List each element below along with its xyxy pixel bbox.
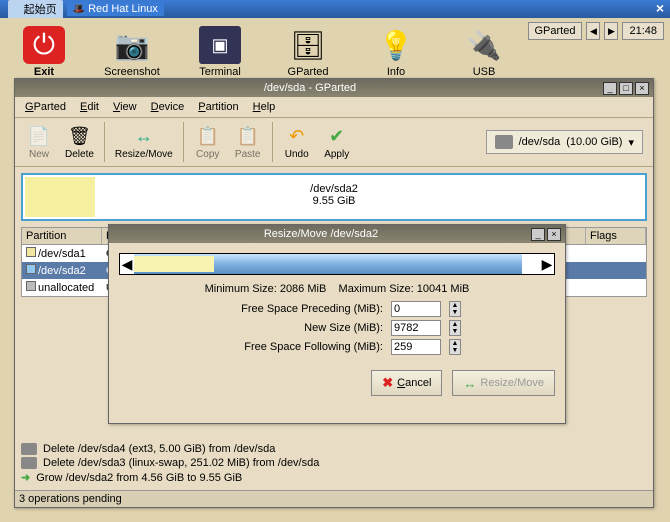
terminal-icon: ▣ <box>199 26 241 64</box>
dialog-titlebar[interactable]: Resize/Move /dev/sda2 _ × <box>109 225 565 243</box>
panel-clock: GParted ◀ ▶ 21:48 <box>528 22 665 40</box>
home-icon: ⌂ <box>14 3 21 15</box>
maximize-icon[interactable]: □ <box>619 82 633 95</box>
tb-new[interactable]: 📄New <box>19 122 59 162</box>
minimize-icon[interactable]: _ <box>603 82 617 95</box>
taskbar-left-icon[interactable]: ◀ <box>586 22 600 40</box>
window-title: /dev/sda - GParted <box>19 82 601 94</box>
preceding-label: Free Space Preceding (MiB): <box>213 303 383 315</box>
power-icon: ⏻ <box>23 26 65 64</box>
list-item[interactable]: Delete /dev/sda4 (ext3, 5.00 GiB) from /… <box>21 442 647 456</box>
close-icon[interactable]: × <box>635 82 649 95</box>
tb-undo[interactable]: ↶Undo <box>277 122 317 162</box>
menu-device[interactable]: Device <box>145 99 191 115</box>
menu-gparted[interactable]: GParted <box>19 99 72 115</box>
launcher-gparted[interactable]: 🗄GParted <box>278 26 338 78</box>
grow-icon: ➜ <box>21 471 30 484</box>
following-input[interactable] <box>391 339 441 355</box>
cancel-icon: ✖ <box>382 375 393 391</box>
launcher-screenshot[interactable]: 📷Screenshot <box>102 26 162 78</box>
camera-icon: 📷 <box>111 26 153 64</box>
launcher-info[interactable]: 💡Info <box>366 26 426 78</box>
newsize-label: New Size (MiB): <box>213 322 383 334</box>
slider-left-icon[interactable]: ◀ <box>120 256 134 273</box>
menu-partition[interactable]: Partition <box>192 99 244 115</box>
resize-dialog: Resize/Move /dev/sda2 _ × ◀ ▶ Minimum Si… <box>108 224 566 424</box>
tb-paste[interactable]: 📋Paste <box>228 122 268 162</box>
clock: 21:48 <box>622 22 664 40</box>
newsize-input[interactable] <box>391 320 441 336</box>
tab-start[interactable]: ⌂起始页 <box>8 0 63 18</box>
tab-redhat[interactable]: 🎩Red Hat Linux <box>67 2 164 16</box>
launcher-exit[interactable]: ⏻Exit <box>14 26 74 78</box>
paste-icon: 📋 <box>234 124 262 148</box>
dialog-title: Resize/Move /dev/sda2 <box>113 228 529 240</box>
gparted-titlebar[interactable]: /dev/sda - GParted _ □ × <box>15 79 653 97</box>
pending-ops: Delete /dev/sda4 (ext3, 5.00 GiB) from /… <box>21 442 647 485</box>
list-item[interactable]: ➜Grow /dev/sda2 from 4.56 GiB to 9.55 Gi… <box>21 470 647 485</box>
tb-delete[interactable]: 🗑Delete <box>59 122 100 162</box>
partition-visual[interactable]: /dev/sda29.55 GiB <box>21 173 647 221</box>
spinner[interactable]: ▲▼ <box>449 301 461 317</box>
spinner[interactable]: ▲▼ <box>449 339 461 355</box>
vm-topbar: ⌂起始页 🎩Red Hat Linux × <box>0 0 670 18</box>
close-icon[interactable]: × <box>547 228 561 241</box>
resize-slider[interactable]: ◀ ▶ <box>119 253 555 275</box>
taskbar-app[interactable]: GParted <box>528 22 583 40</box>
redhat-icon: 🎩 <box>73 4 85 15</box>
preceding-input[interactable] <box>391 301 441 317</box>
gparted-icon: 🗄 <box>287 26 329 64</box>
following-label: Free Space Following (MiB): <box>213 341 383 353</box>
spinner[interactable]: ▲▼ <box>449 320 461 336</box>
bulb-icon: 💡 <box>375 26 417 64</box>
taskbar-right-icon[interactable]: ▶ <box>604 22 618 40</box>
tb-apply[interactable]: ✔Apply <box>317 122 357 162</box>
trash-icon: 🗑 <box>65 124 93 148</box>
new-icon: 📄 <box>25 124 53 148</box>
device-selector[interactable]: /dev/sda (10.00 GiB) ▾ <box>486 130 643 154</box>
cancel-button[interactable]: ✖Cancel <box>371 370 442 396</box>
menu-help[interactable]: Help <box>247 99 282 115</box>
menubar: GParted Edit View Device Partition Help <box>15 97 653 118</box>
toolbar: 📄New 🗑Delete ↔Resize/Move 📋Copy 📋Paste ↶… <box>15 118 653 167</box>
usb-icon: 🔌 <box>463 26 505 64</box>
slider-right-icon[interactable]: ▶ <box>540 256 554 273</box>
resize-icon: ↔ <box>130 124 158 148</box>
resize-icon: ↔ <box>463 376 476 391</box>
hdd-icon <box>495 135 513 149</box>
minimize-icon[interactable]: _ <box>531 228 545 241</box>
tb-resize[interactable]: ↔Resize/Move <box>109 122 179 162</box>
hdd-icon <box>21 443 37 455</box>
close-icon[interactable]: × <box>656 0 664 16</box>
chevron-down-icon: ▾ <box>628 136 634 149</box>
list-item[interactable]: Delete /dev/sda3 (linux-swap, 251.02 MiB… <box>21 456 647 470</box>
menu-edit[interactable]: Edit <box>74 99 105 115</box>
tb-copy[interactable]: 📋Copy <box>188 122 228 162</box>
undo-icon: ↶ <box>283 124 311 148</box>
apply-icon: ✔ <box>323 124 351 148</box>
menu-view[interactable]: View <box>107 99 143 115</box>
size-limits: Minimum Size: 2086 MiB Maximum Size: 100… <box>119 283 555 295</box>
status-bar: 3 operations pending <box>15 490 653 507</box>
copy-icon: 📋 <box>194 124 222 148</box>
launcher-terminal[interactable]: ▣Terminal <box>190 26 250 78</box>
launcher-usb[interactable]: 🔌USB <box>454 26 514 78</box>
resize-button[interactable]: ↔Resize/Move <box>452 370 555 396</box>
hdd-icon <box>21 457 37 469</box>
